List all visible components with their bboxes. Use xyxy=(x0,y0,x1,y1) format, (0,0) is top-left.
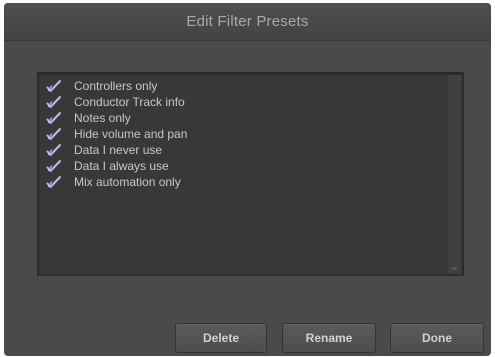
checkmark-pen-icon xyxy=(46,127,62,141)
preset-item[interactable]: Hide volume and pan xyxy=(46,126,443,142)
preset-label: Mix automation only xyxy=(74,175,181,189)
preset-item[interactable]: Notes only xyxy=(46,110,443,126)
delete-button[interactable]: Delete xyxy=(175,323,267,353)
preset-item[interactable]: Mix automation only xyxy=(46,174,443,190)
preset-label: Notes only xyxy=(74,111,131,125)
title-bar[interactable]: Edit Filter Presets xyxy=(4,3,491,41)
dialog-title: Edit Filter Presets xyxy=(186,13,309,30)
preset-label: Conductor Track info xyxy=(74,95,185,109)
preset-item[interactable]: Controllers only xyxy=(46,78,443,94)
preset-label: Data I always use xyxy=(74,159,169,173)
scrollbar-resize-nub[interactable] xyxy=(452,267,457,270)
checkmark-pen-icon xyxy=(46,175,62,189)
preset-item[interactable]: Conductor Track info xyxy=(46,94,443,110)
edit-filter-presets-dialog: Edit Filter Presets Controllers only Con… xyxy=(4,3,491,356)
presets-list[interactable]: Controllers only Conductor Track info No… xyxy=(37,72,464,276)
checkmark-pen-icon xyxy=(46,111,62,125)
preset-item[interactable]: Data I always use xyxy=(46,158,443,174)
vertical-scrollbar[interactable] xyxy=(447,75,461,273)
done-button[interactable]: Done xyxy=(390,323,484,353)
checkmark-pen-icon xyxy=(46,79,62,93)
rename-button[interactable]: Rename xyxy=(282,323,376,353)
preset-label: Hide volume and pan xyxy=(74,127,188,141)
checkmark-pen-icon xyxy=(46,143,62,157)
preset-item[interactable]: Data I never use xyxy=(46,142,443,158)
checkmark-pen-icon xyxy=(46,95,62,109)
preset-label: Controllers only xyxy=(74,79,158,93)
preset-label: Data I never use xyxy=(74,143,163,157)
presets-list-items: Controllers only Conductor Track info No… xyxy=(46,78,443,190)
checkmark-pen-icon xyxy=(46,159,62,173)
